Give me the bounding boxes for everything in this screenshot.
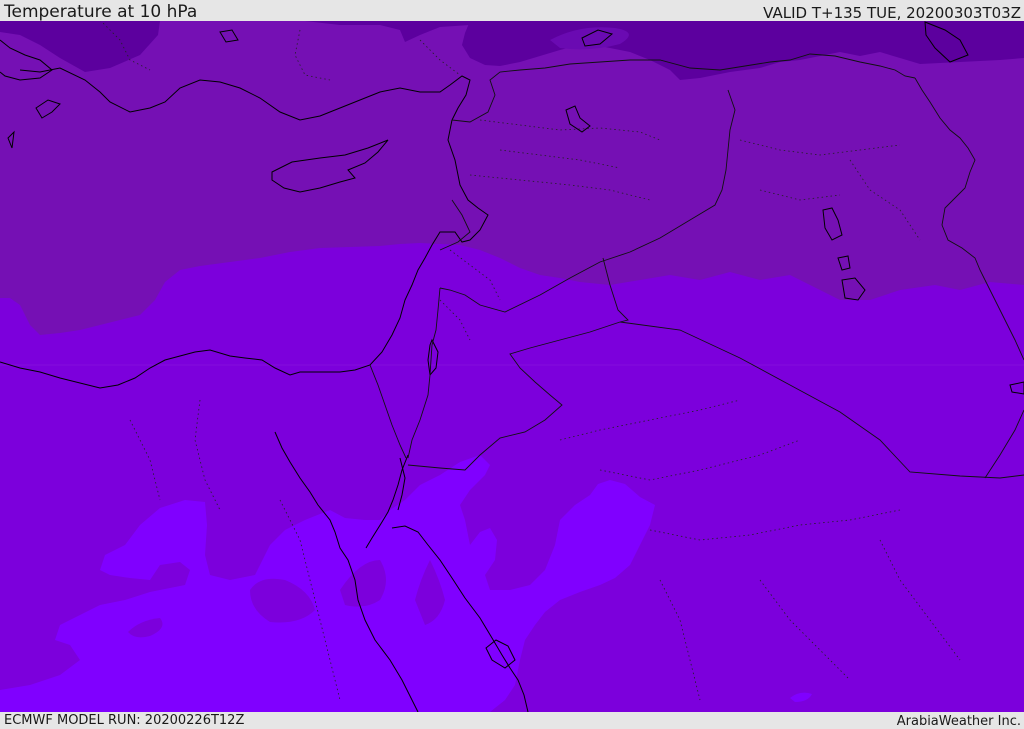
valid-time: VALID T+135 TUE, 20200303T03Z [763,4,1021,22]
header-bar: Temperature at 10 hPa VALID T+135 TUE, 2… [0,0,1024,22]
credit-label: ArabiaWeather Inc. [896,714,1021,729]
footer-bar: ECMWF MODEL RUN: 20200226T12Z ArabiaWeat… [0,712,1024,729]
weather-map[interactable] [0,21,1024,712]
map-title: Temperature at 10 hPa [4,2,198,22]
model-run-label: ECMWF MODEL RUN: 20200226T12Z [4,713,245,728]
